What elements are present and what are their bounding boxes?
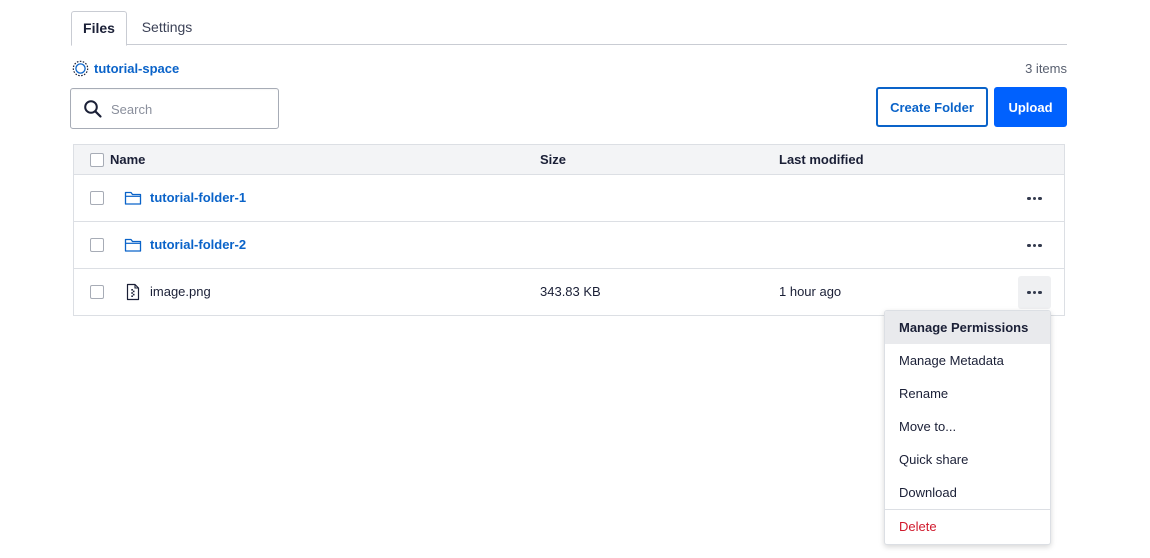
row-checkbox[interactable] bbox=[90, 238, 104, 252]
menu-item-download[interactable]: Download bbox=[885, 476, 1050, 509]
search-input[interactable] bbox=[111, 97, 271, 121]
more-actions-button[interactable] bbox=[1018, 229, 1051, 262]
column-header-name[interactable]: Name bbox=[110, 152, 145, 167]
table-header: Name Size Last modified bbox=[74, 145, 1064, 175]
more-actions-button[interactable] bbox=[1018, 182, 1051, 215]
files-table: Name Size Last modified tutorial-folder-… bbox=[73, 144, 1065, 316]
folder-icon bbox=[124, 191, 142, 205]
file-name-link[interactable]: image.png bbox=[150, 284, 211, 299]
more-actions-button[interactable] bbox=[1018, 276, 1051, 309]
menu-item-delete[interactable]: Delete bbox=[885, 510, 1050, 543]
file-name-link[interactable]: tutorial-folder-1 bbox=[150, 190, 246, 205]
menu-item-rename[interactable]: Rename bbox=[885, 377, 1050, 410]
column-header-size[interactable]: Size bbox=[540, 152, 566, 167]
space-name-link[interactable]: tutorial-space bbox=[94, 61, 179, 76]
table-row[interactable]: tutorial-folder-1 bbox=[74, 175, 1064, 222]
items-count: 3 items bbox=[1025, 61, 1067, 76]
file-icon bbox=[126, 283, 140, 301]
tab-settings[interactable]: Settings bbox=[137, 11, 197, 45]
folder-icon bbox=[124, 238, 142, 252]
create-folder-button[interactable]: Create Folder bbox=[876, 87, 988, 127]
menu-item-quick-share[interactable]: Quick share bbox=[885, 443, 1050, 476]
menu-item-manage-metadata[interactable]: Manage Metadata bbox=[885, 344, 1050, 377]
table-row[interactable]: image.png 343.83 KB 1 hour ago bbox=[74, 269, 1064, 316]
file-size: 343.83 KB bbox=[540, 284, 601, 299]
file-name-link[interactable]: tutorial-folder-2 bbox=[150, 237, 246, 252]
row-checkbox[interactable] bbox=[90, 191, 104, 205]
more-icon bbox=[1027, 290, 1042, 295]
more-icon bbox=[1027, 243, 1042, 248]
space-icon bbox=[72, 60, 89, 76]
column-header-last-modified[interactable]: Last modified bbox=[779, 152, 864, 167]
table-row[interactable]: tutorial-folder-2 bbox=[74, 222, 1064, 269]
select-all-checkbox[interactable] bbox=[90, 153, 104, 167]
row-checkbox[interactable] bbox=[90, 285, 104, 299]
context-menu: Manage Permissions Manage Metadata Renam… bbox=[884, 310, 1051, 545]
more-icon bbox=[1027, 196, 1042, 201]
search-icon bbox=[84, 100, 102, 118]
tab-bar: Files Settings bbox=[71, 11, 1067, 46]
menu-item-move-to[interactable]: Move to... bbox=[885, 410, 1050, 443]
upload-button[interactable]: Upload bbox=[994, 87, 1067, 127]
search-box[interactable] bbox=[70, 88, 279, 129]
breadcrumb[interactable]: tutorial-space bbox=[72, 58, 179, 78]
file-modified: 1 hour ago bbox=[779, 284, 842, 299]
tab-files[interactable]: Files bbox=[71, 11, 127, 46]
menu-item-manage-permissions[interactable]: Manage Permissions bbox=[885, 311, 1050, 344]
